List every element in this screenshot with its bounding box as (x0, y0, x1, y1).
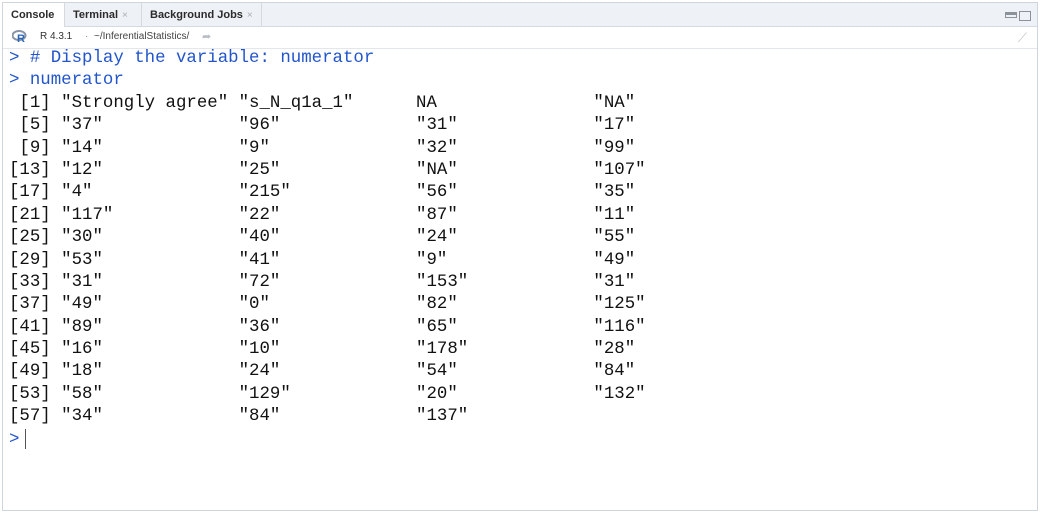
close-icon[interactable]: × (247, 10, 253, 21)
prompt: > (9, 71, 20, 91)
console-pane: Console Terminal × Background Jobs × R R 4… (2, 2, 1038, 511)
output-line: [37] "49" "0" "82" "125" (9, 295, 646, 315)
command-text: # Display the variable: numerator (29, 49, 375, 68)
output-line: [33] "31" "72" "153" "31" (9, 272, 636, 292)
console-header: R R 4.3.1 · ~/InferentialStatistics/ ➦ ⟋ (3, 27, 1037, 49)
separator: · (85, 31, 89, 42)
tab-background-jobs[interactable]: Background Jobs × (142, 3, 262, 26)
output-block: [1] "Strongly agree" "s_N_q1a_1" NA "NA"… (9, 93, 646, 429)
output-line: [21] "117" "22" "87" "11" (9, 205, 636, 225)
r-logo-icon: R (12, 30, 27, 43)
output-line: [13] "12" "25" "NA" "107" (9, 160, 646, 180)
output-line: [5] "37" "96" "31" "17" (9, 116, 636, 136)
broom-icon[interactable]: ⟋ (1018, 30, 1027, 46)
command-line: > numerator (9, 70, 646, 92)
prompt: > (9, 49, 20, 68)
tab-terminal-label: Terminal (73, 9, 119, 21)
tab-console-label: Console (11, 9, 55, 21)
input-line[interactable]: > (9, 428, 646, 451)
arrow-right-icon[interactable]: ➦ (202, 30, 211, 43)
tab-background-jobs-label: Background Jobs (150, 9, 243, 21)
command-text: numerator (29, 71, 124, 91)
console-output[interactable]: > # Display the variable: numerator > nu… (9, 48, 646, 451)
prompt: > (9, 430, 20, 450)
output-line: [49] "18" "24" "54" "84" (9, 362, 636, 382)
output-line: [29] "53" "41" "9" "49" (9, 250, 636, 270)
working-directory[interactable]: ~/InferentialStatistics/ (94, 31, 189, 42)
close-icon[interactable]: × (122, 10, 128, 21)
r-version: R 4.3.1 (40, 31, 73, 42)
output-line: [41] "89" "36" "65" "116" (9, 317, 646, 337)
output-line: [57] "34" "84" "137" (9, 407, 469, 427)
maximize-icon[interactable] (1019, 11, 1031, 21)
output-line: [45] "16" "10" "178" "28" (9, 340, 636, 360)
tab-console[interactable]: Console (3, 3, 65, 27)
output-line: [9] "14" "9" "32" "99" (9, 138, 636, 158)
output-line: [17] "4" "215" "56" "35" (9, 183, 636, 203)
output-line: [1] "Strongly agree" "s_N_q1a_1" NA "NA" (9, 93, 636, 113)
svg-text:R: R (17, 33, 25, 43)
output-line: [53] "58" "129" "20" "132" (9, 384, 646, 404)
text-cursor (25, 428, 27, 449)
pane-window-controls (1003, 8, 1031, 26)
tab-bar: Console Terminal × Background Jobs × (3, 3, 1037, 27)
tab-terminal[interactable]: Terminal × (65, 3, 142, 26)
output-line: [25] "30" "40" "24" "55" (9, 228, 636, 248)
command-line: > # Display the variable: numerator (9, 48, 646, 70)
minimize-icon[interactable] (1005, 12, 1017, 18)
